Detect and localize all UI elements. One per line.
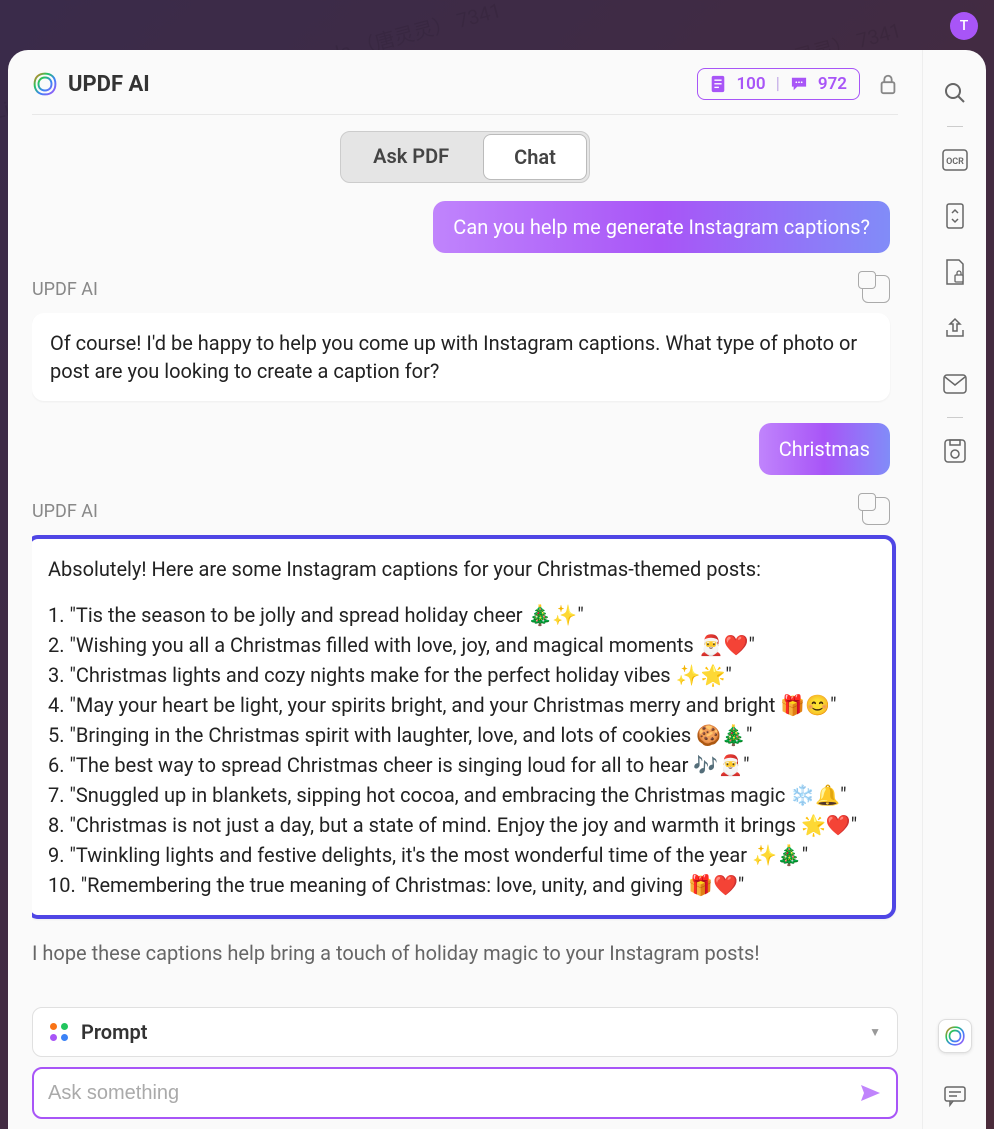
convert-icon[interactable] xyxy=(942,203,968,229)
lock-icon[interactable] xyxy=(878,73,898,95)
pages-count: 100 xyxy=(736,74,765,94)
caption-line: 7. "Snuggled up in blankets, sipping hot… xyxy=(48,781,874,809)
caption-line: 1. "Tis the season to be jolly and sprea… xyxy=(48,601,874,629)
copy-button[interactable] xyxy=(862,497,890,525)
app-window: UPDF AI 100 | 972 Ask PDF Chat C xyxy=(8,50,986,1129)
user-message: Can you help me generate Instagram capti… xyxy=(32,201,890,253)
pages-icon xyxy=(710,75,726,93)
user-bubble: Christmas xyxy=(759,423,890,475)
caption-line: 4. "May your heart be light, your spirit… xyxy=(48,691,874,719)
main-panel: UPDF AI 100 | 972 Ask PDF Chat C xyxy=(8,50,922,1129)
header: UPDF AI 100 | 972 xyxy=(32,68,898,115)
search-icon[interactable] xyxy=(942,80,968,106)
copy-button[interactable] xyxy=(862,275,890,303)
send-icon[interactable] xyxy=(858,1081,882,1105)
ocr-icon[interactable]: OCR xyxy=(942,147,968,173)
user-message: Christmas xyxy=(32,423,890,475)
message-input-row xyxy=(32,1067,898,1119)
file-lock-icon[interactable] xyxy=(942,259,968,285)
tab-chat[interactable]: Chat xyxy=(483,134,587,180)
svg-text:OCR: OCR xyxy=(946,157,964,167)
updf-sidebar-logo[interactable] xyxy=(938,1019,972,1053)
tab-ask-pdf[interactable]: Ask PDF xyxy=(341,132,481,182)
side-toolbar: OCR xyxy=(922,50,986,1129)
credits-count: 972 xyxy=(818,74,847,94)
prompt-selector[interactable]: Prompt ▼ xyxy=(32,1007,898,1057)
ai-label: UPDF AI xyxy=(32,279,98,300)
save-icon[interactable] xyxy=(942,438,968,464)
share-icon[interactable] xyxy=(942,315,968,341)
caption-line: 2. "Wishing you all a Christmas filled w… xyxy=(48,631,874,659)
ai-bubble-1: Of course! I'd be happy to help you come… xyxy=(32,313,890,401)
ai-intro: Absolutely! Here are some Instagram capt… xyxy=(48,555,874,583)
bottom-area: Prompt ▼ xyxy=(32,997,898,1119)
caption-line: 5. "Bringing in the Christmas spirit wit… xyxy=(48,721,874,749)
separator xyxy=(947,417,963,418)
header-right: 100 | 972 xyxy=(697,68,898,100)
ai-label: UPDF AI xyxy=(32,501,98,522)
message-input[interactable] xyxy=(48,1082,858,1105)
tab-row: Ask PDF Chat xyxy=(32,131,898,183)
ai-header: UPDF AI xyxy=(32,497,890,525)
separator xyxy=(947,126,963,127)
chat-area: Can you help me generate Instagram capti… xyxy=(32,201,898,997)
prompt-label: Prompt xyxy=(81,1020,147,1044)
dots-icon xyxy=(49,1022,69,1042)
caption-line: 10. "Remembering the true meaning of Chr… xyxy=(48,871,874,899)
brand: UPDF AI xyxy=(32,71,150,97)
app-title: UPDF AI xyxy=(68,72,150,97)
ai-header: UPDF AI xyxy=(32,275,890,303)
caption-line: 9. "Twinkling lights and festive delight… xyxy=(48,841,874,869)
caption-line: 8. "Christmas is not just a day, but a s… xyxy=(48,811,874,839)
chat-icon xyxy=(790,76,808,92)
caption-line: 6. "The best way to spread Christmas che… xyxy=(48,751,874,779)
user-bubble: Can you help me generate Instagram capti… xyxy=(433,201,890,253)
updf-logo-icon xyxy=(32,71,58,97)
caption-line: 3. "Christmas lights and cozy nights mak… xyxy=(48,661,874,689)
ai-bubble-2: Absolutely! Here are some Instagram capt… xyxy=(32,535,896,919)
usage-badge[interactable]: 100 | 972 xyxy=(697,68,860,100)
mail-icon[interactable] xyxy=(942,371,968,397)
user-avatar[interactable]: T xyxy=(950,12,978,40)
tab-group: Ask PDF Chat xyxy=(340,131,590,183)
comment-icon[interactable] xyxy=(942,1083,968,1109)
divider: | xyxy=(776,74,780,94)
ai-truncated-line: I hope these captions help bring a touch… xyxy=(32,941,890,965)
chevron-down-icon: ▼ xyxy=(869,1025,881,1039)
